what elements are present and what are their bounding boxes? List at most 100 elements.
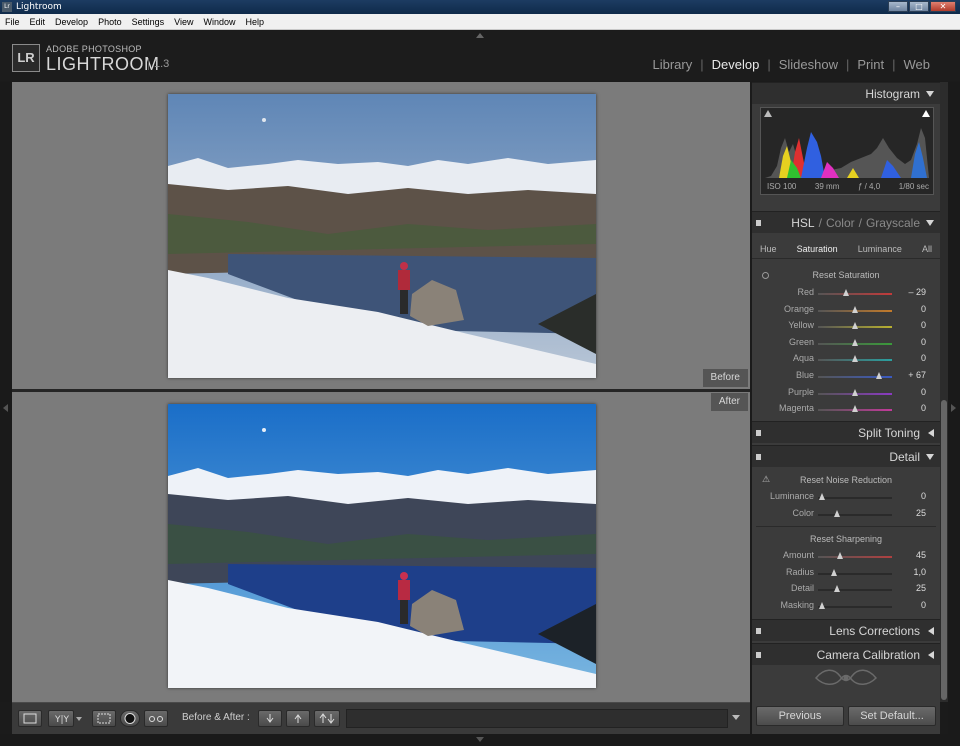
lens-corrections-header[interactable]: Lens Corrections (752, 619, 940, 641)
color-title[interactable]: Color (826, 212, 855, 234)
slider-value[interactable]: 0 (921, 353, 926, 363)
crop-tool-button[interactable] (92, 710, 116, 727)
slider-thumb[interactable] (852, 305, 858, 313)
set-default-button[interactable]: Set Default... (848, 706, 936, 726)
slider-value[interactable]: 25 (916, 583, 926, 593)
reset-noise-reduction[interactable]: Reset Noise Reduction (752, 475, 940, 485)
right-panel-scrollbar[interactable] (940, 82, 948, 702)
panel-switch-icon[interactable] (756, 220, 761, 226)
sharpening-slider-row[interactable]: Detail 25 (752, 581, 940, 597)
previous-button[interactable]: Previous (756, 706, 844, 726)
toolbar-menu-dropdown-icon[interactable] (732, 715, 740, 720)
menu-file[interactable]: File (0, 14, 25, 29)
hsl-title[interactable]: HSL (791, 212, 814, 234)
menu-window[interactable]: Window (198, 14, 240, 29)
sharpening-slider-row[interactable]: Masking 0 (752, 598, 940, 614)
copy-before-to-after-button[interactable] (258, 710, 282, 727)
after-photo[interactable] (168, 404, 596, 688)
loupe-view-button[interactable] (18, 710, 42, 727)
slider-thumb[interactable] (852, 388, 858, 396)
panel-switch-icon[interactable] (756, 454, 761, 460)
slider-track[interactable] (818, 605, 892, 608)
saturation-slider-row[interactable]: Green 0 (752, 335, 940, 351)
slider-thumb[interactable] (833, 585, 840, 593)
menu-help[interactable]: Help (241, 14, 270, 29)
close-icon[interactable]: ✕ (930, 1, 956, 12)
view-mode-dropdown-icon[interactable] (76, 717, 82, 721)
sharpening-slider-row[interactable]: Amount 45 (752, 548, 940, 564)
slider-value[interactable]: 45 (916, 550, 926, 560)
slider-track[interactable] (818, 293, 892, 295)
hsl-header[interactable]: HSL / Color / Grayscale (752, 211, 940, 233)
slider-value[interactable]: – 29 (908, 287, 926, 297)
slider-value[interactable]: 0 (921, 600, 926, 610)
module-library[interactable]: Library (650, 57, 694, 72)
scrollbar-thumb[interactable] (941, 400, 947, 700)
left-panel-toggle-icon[interactable] (3, 404, 8, 412)
histogram[interactable]: ISO 100 39 mm ƒ / 4,0 1/80 sec (760, 107, 934, 195)
menu-edit[interactable]: Edit (25, 14, 51, 29)
module-slideshow[interactable]: Slideshow (777, 57, 840, 72)
slider-thumb[interactable] (852, 322, 858, 330)
red-eye-button[interactable] (144, 710, 168, 727)
slider-value[interactable]: 0 (921, 387, 926, 397)
module-develop[interactable]: Develop (710, 57, 762, 72)
noise-slider-row[interactable]: Luminance 0 (752, 489, 940, 505)
slider-value[interactable]: 0 (921, 491, 926, 501)
panel-switch-icon[interactable] (756, 628, 761, 634)
slider-track[interactable] (818, 497, 892, 499)
toolbar-filter-field[interactable] (346, 709, 728, 728)
slider-value[interactable]: 25 (916, 508, 926, 518)
slider-thumb[interactable] (831, 568, 838, 576)
menu-photo[interactable]: Photo (93, 14, 127, 29)
reset-saturation[interactable]: Reset Saturation (752, 270, 940, 280)
slider-thumb[interactable] (852, 338, 858, 346)
saturation-slider-row[interactable]: Aqua 0 (752, 351, 940, 367)
slider-value[interactable]: 0 (921, 403, 926, 413)
slider-value[interactable]: + 67 (908, 370, 926, 380)
before-photo[interactable] (168, 94, 596, 378)
slider-thumb[interactable] (852, 405, 858, 413)
panel-switch-icon[interactable] (756, 652, 761, 658)
slider-track[interactable] (818, 514, 892, 516)
menu-view[interactable]: View (169, 14, 198, 29)
panel-switch-icon[interactable] (756, 430, 761, 436)
menu-settings[interactable]: Settings (127, 14, 170, 29)
swap-before-after-button[interactable] (314, 710, 340, 727)
slider-track[interactable] (818, 572, 892, 575)
slider-track[interactable] (818, 556, 892, 558)
tab-hue[interactable]: Hue (760, 239, 777, 258)
menu-develop[interactable]: Develop (50, 14, 93, 29)
saturation-slider-row[interactable]: Magenta 0 (752, 401, 940, 417)
maximize-icon[interactable]: □ (909, 1, 929, 12)
noise-slider-row[interactable]: Color 25 (752, 506, 940, 522)
sharpening-slider-row[interactable]: Radius 1,0 (752, 565, 940, 581)
slider-track[interactable] (818, 589, 892, 592)
slider-thumb[interactable] (837, 552, 844, 559)
copy-after-to-before-button[interactable] (286, 710, 310, 727)
module-web[interactable]: Web (902, 57, 933, 72)
slider-thumb[interactable] (875, 372, 882, 379)
spot-removal-button[interactable] (120, 710, 140, 727)
histogram-header[interactable]: Histogram (752, 82, 940, 104)
slider-thumb[interactable] (818, 601, 825, 609)
tab-luminance[interactable]: Luminance (858, 239, 902, 258)
tab-saturation[interactable]: Saturation (797, 239, 838, 258)
slider-thumb[interactable] (833, 510, 840, 517)
slider-thumb[interactable] (852, 355, 858, 363)
camera-calibration-header[interactable]: Camera Calibration (752, 643, 940, 665)
right-panel-toggle-icon[interactable] (951, 404, 956, 412)
saturation-slider-row[interactable]: Yellow 0 (752, 318, 940, 334)
reset-sharpening[interactable]: Reset Sharpening (752, 534, 940, 544)
top-panel-toggle-icon[interactable] (476, 33, 484, 38)
slider-value[interactable]: 0 (921, 337, 926, 347)
saturation-slider-row[interactable]: Red – 29 (752, 285, 940, 301)
slider-thumb[interactable] (843, 289, 850, 296)
slider-value[interactable]: 0 (921, 304, 926, 314)
module-print[interactable]: Print (855, 57, 886, 72)
tab-all[interactable]: All (922, 239, 932, 258)
saturation-slider-row[interactable]: Blue + 67 (752, 368, 940, 384)
detail-header[interactable]: Detail (752, 445, 940, 467)
slider-value[interactable]: 0 (921, 320, 926, 330)
saturation-slider-row[interactable]: Purple 0 (752, 385, 940, 401)
